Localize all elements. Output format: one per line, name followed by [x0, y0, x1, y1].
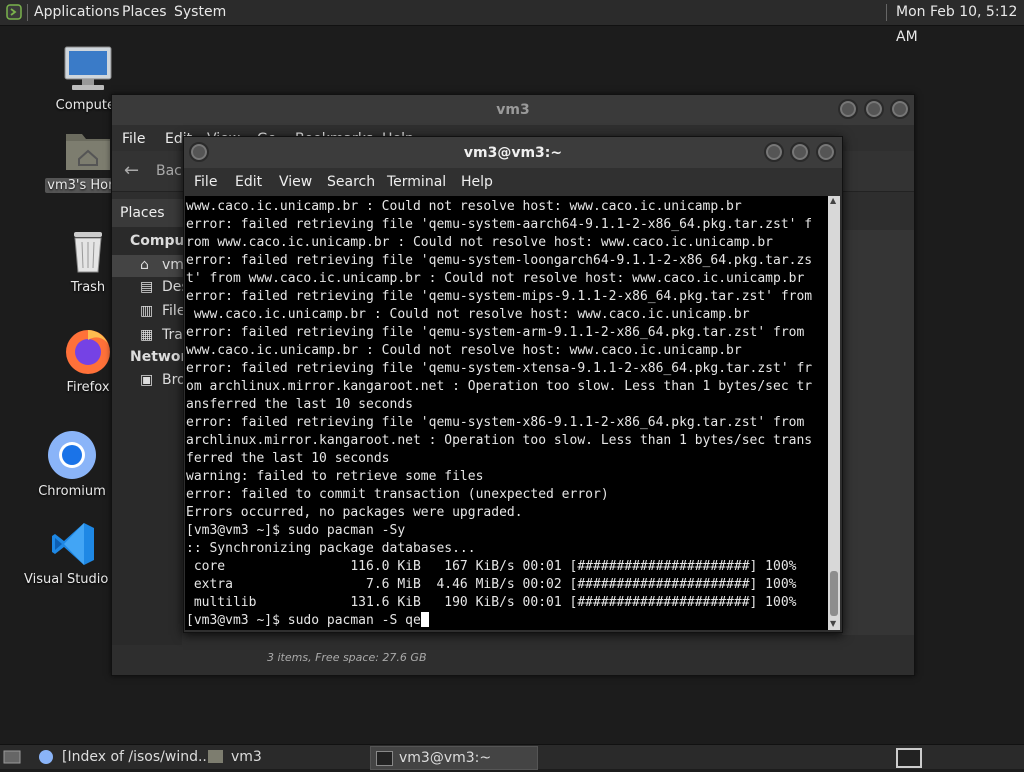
- menu-system[interactable]: System: [174, 0, 226, 25]
- terminal-line: www.caco.ic.unicamp.br : Could not resol…: [186, 199, 742, 214]
- show-desktop-button[interactable]: [3, 746, 23, 768]
- scrollbar-thumb[interactable]: [830, 571, 838, 616]
- chromium-icon: [48, 431, 96, 479]
- sidebar-item-vm3[interactable]: ⌂ vm3: [112, 255, 193, 277]
- terminal-line: www.caco.ic.unicamp.br : Could not resol…: [186, 343, 742, 358]
- terminal-line: warning: failed to retrieve some files: [186, 469, 484, 484]
- menu-help[interactable]: Help: [461, 174, 493, 190]
- window-titlebar[interactable]: vm3@vm3:~: [184, 137, 842, 168]
- terminal-line: error: failed retrieving file 'qemu-syst…: [186, 217, 813, 232]
- task-chromium[interactable]: [Index of /isos/wind...: [36, 746, 211, 768]
- firefox-icon: [66, 330, 110, 374]
- menu-terminal[interactable]: Terminal: [387, 174, 446, 190]
- terminal-line: ferred the last 10 seconds: [186, 451, 390, 466]
- terminal-line: om archlinux.mirror.kangaroot.net : Oper…: [186, 379, 813, 394]
- panel-separator: [27, 4, 28, 21]
- terminal-line: ansferred the last 10 seconds: [186, 397, 413, 412]
- menu-view[interactable]: View: [279, 174, 312, 190]
- menu-places[interactable]: Places: [122, 0, 167, 25]
- scroll-down-arrow-icon[interactable]: ▼: [830, 619, 836, 628]
- computer-icon: [64, 46, 112, 90]
- menu-file[interactable]: File: [122, 131, 145, 147]
- show-desktop-icon: [3, 750, 21, 764]
- terminal-window[interactable]: vm3@vm3:~ File Edit View Search Terminal…: [183, 136, 843, 633]
- clock[interactable]: Mon Feb 10, 5:12 AM: [896, 0, 1024, 45]
- task-label: vm3@vm3:~: [399, 750, 492, 766]
- menu-search[interactable]: Search: [327, 174, 375, 190]
- terminal-line: error: failed retrieving file 'qemu-syst…: [186, 253, 813, 268]
- places-label: Places: [120, 205, 165, 221]
- scroll-up-arrow-icon[interactable]: ▲: [830, 196, 836, 205]
- window-title: vm3@vm3:~: [463, 145, 563, 161]
- terminal-line: error: failed to commit transaction (une…: [186, 487, 609, 502]
- minimize-button[interactable]: [764, 142, 784, 162]
- terminal-line: archlinux.mirror.kangaroot.net : Operati…: [186, 433, 813, 448]
- back-arrow-icon[interactable]: ←: [124, 160, 139, 181]
- close-button[interactable]: [890, 99, 910, 119]
- menu-bar: File Edit View Search Terminal Help: [184, 168, 842, 196]
- trash-icon: [74, 232, 102, 273]
- terminal-prompt-line[interactable]: [vm3@vm3 ~]$ sudo pacman -S qe: [186, 612, 429, 630]
- terminal-line: core 116.0 KiB 167 KiB/s 00:01 [########…: [186, 559, 797, 574]
- terminal-line: t' from www.caco.ic.unicamp.br : Could n…: [186, 271, 805, 286]
- desktop-icon-vscode[interactable]: Visual Studio Code: [24, 520, 146, 587]
- desktop-folder-icon: ▤: [140, 279, 154, 295]
- terminal-line: multilib 131.6 KiB 190 KiB/s 00:01 [####…: [186, 595, 797, 610]
- distro-logo-icon[interactable]: [6, 4, 22, 20]
- file-view[interactable]: [842, 230, 914, 635]
- terminal-line: error: failed retrieving file 'qemu-syst…: [186, 325, 805, 340]
- terminal-line: error: failed retrieving file 'qemu-syst…: [186, 289, 813, 304]
- close-button[interactable]: [816, 142, 836, 162]
- text-cursor: [420, 612, 429, 627]
- terminal-line: :: Synchronizing package databases...: [186, 541, 476, 556]
- terminal-line: error: failed retrieving file 'qemu-syst…: [186, 415, 805, 430]
- terminal-output[interactable]: www.caco.ic.unicamp.br : Could not resol…: [185, 196, 828, 630]
- chromium-icon: [39, 750, 53, 764]
- workspace-switcher[interactable]: [896, 746, 922, 768]
- panel-separator: [886, 4, 887, 21]
- terminal-line: www.caco.ic.unicamp.br : Could not resol…: [186, 307, 750, 322]
- window-titlebar[interactable]: vm3: [112, 95, 914, 125]
- maximize-button[interactable]: [864, 99, 884, 119]
- menu-applications[interactable]: Applications: [34, 0, 120, 25]
- vscode-icon: [52, 523, 94, 565]
- sidebar: Computer ⌂ vm3 ▤ Desktop ▥ File System ▦…: [112, 227, 276, 645]
- status-bar: 3 items, Free space: 27.6 GB: [267, 651, 427, 664]
- task-terminal[interactable]: vm3@vm3:~: [370, 746, 538, 770]
- desktop-icon-label: Visual Studio Code: [24, 572, 146, 587]
- terminal-line: rom www.caco.ic.unicamp.br : Could not r…: [186, 235, 773, 250]
- terminal-line: Errors occurred, no packages were upgrad…: [186, 505, 523, 520]
- drive-icon: ▥: [140, 303, 154, 319]
- task-label: vm3: [231, 749, 262, 765]
- task-label: [Index of /isos/wind...: [62, 749, 212, 765]
- desktop-icon-chromium[interactable]: Chromium: [22, 430, 122, 499]
- workspace-icon: [896, 748, 922, 768]
- folder-icon: ⌂: [140, 257, 149, 273]
- network-icon: ▣: [140, 372, 154, 388]
- menu-edit[interactable]: Edit: [235, 174, 262, 190]
- terminal-scrollbar[interactable]: ▲ ▼: [828, 196, 840, 630]
- terminal-line: error: failed retrieving file 'qemu-syst…: [186, 361, 813, 376]
- top-panel: Applications Places System Mon Feb 10, 5…: [0, 0, 1024, 45]
- terminal-icon: [376, 751, 393, 766]
- desktop-icon-label: Chromium: [38, 484, 106, 499]
- bottom-taskbar: [Index of /isos/wind... vm3 vm3@vm3:~: [0, 744, 1024, 770]
- window-title: vm3: [496, 102, 530, 118]
- task-file-manager[interactable]: vm3: [205, 746, 365, 768]
- maximize-button[interactable]: [790, 142, 810, 162]
- terminal-line: [vm3@vm3 ~]$ sudo pacman -Sy: [186, 523, 406, 538]
- menu-file[interactable]: File: [194, 174, 217, 190]
- places-dropdown[interactable]: Places: [112, 199, 184, 227]
- home-folder-icon: [208, 750, 223, 763]
- minimize-button[interactable]: [838, 99, 858, 119]
- trash-icon: ▦: [140, 327, 154, 343]
- terminal-line: extra 7.6 MiB 4.46 MiB/s 00:02 [########…: [186, 577, 797, 592]
- prompt-text: [vm3@vm3 ~]$ sudo pacman -S qe: [186, 613, 421, 628]
- home-folder-icon: [66, 134, 110, 170]
